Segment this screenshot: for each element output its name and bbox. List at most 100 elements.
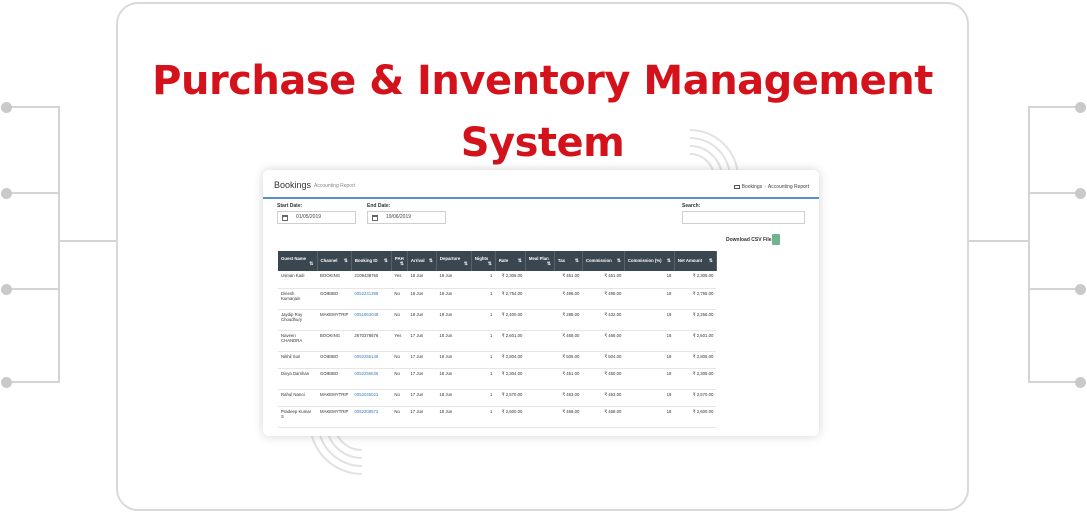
table-cell: ₹ 505.00 [554,351,583,369]
table-cell: 18 Jun [436,406,472,428]
table-cell: 18 Jun [436,351,472,369]
end-date-input[interactable]: 19/06/2019 [367,211,446,224]
sort-icon[interactable]: ⇅ [518,258,522,264]
column-header[interactable]: Rate ⇅ [495,251,526,271]
table-cell: ₹ 504.00 [582,351,625,369]
table-cell: 2109438760 [351,271,392,289]
column-header[interactable]: Arrival ⇅ [407,251,437,271]
column-header[interactable]: Booking ID ⇅ [351,251,392,271]
column-header-label: Channel [320,258,338,263]
column-header-label: Net Amount [677,258,703,263]
column-header-label: Rate [498,258,509,263]
sort-icon[interactable]: ⇅ [547,261,551,267]
table-cell: 18 Jun [436,368,472,390]
table-cell: 1 [471,288,496,310]
table-cell: 19 Jun [436,288,472,310]
booking-id-link[interactable]: 0052208573 [351,406,392,428]
table-cell: 1 [471,406,496,428]
column-header[interactable]: Departure ⇅ [436,251,472,271]
booking-id-link[interactable]: 0052256636 [351,368,392,390]
table-cell: 17 Jun [407,389,437,407]
table-cell: GOIBIBO [317,351,352,369]
table-cell: ₹ 2,755.00 [674,288,717,310]
table-cell: ₹ 2,805.00 [674,351,717,369]
table-cell: 19 Jun [436,271,472,289]
table-cell: ₹ 468.00 [554,406,583,428]
breadcrumb-bookings[interactable]: Bookings [742,184,763,190]
table-row: Dinesh Kumarjain GOIBIBO 0052241398 No 18 Ju… [278,288,717,310]
table-cell [525,309,555,331]
sort-icon[interactable]: ⇅ [384,258,388,264]
download-csv-button[interactable]: Download CSV File [726,237,772,243]
sort-icon[interactable]: ⇅ [617,258,621,264]
column-header[interactable]: Commission (%) ⇅ [624,251,675,271]
table-cell: 18 Jun [436,330,472,352]
column-header[interactable]: Channel ⇅ [317,251,352,271]
left-connector-dot [1,188,12,199]
column-header[interactable]: Net Amount ⇅ [674,251,717,271]
booking-id-link[interactable]: 0052241398 [351,288,392,310]
sort-icon[interactable]: ⇅ [709,258,713,264]
search-input[interactable] [682,211,805,224]
booking-id-link[interactable]: 0051863048 [351,309,392,331]
booking-id-link[interactable]: 0052255146 [351,351,392,369]
left-connector-branch [6,288,60,290]
sort-icon[interactable]: ⇅ [344,258,348,264]
left-connector-trunk [58,240,118,242]
table-cell: ₹ 2,600.00 [674,406,717,428]
table-cell: Rahul Nanoi [278,389,317,407]
table-row: Pradeep Kumar S MAKEMYTRIP 0052208573 No 17 … [278,406,717,428]
table-cell: Yes [391,330,408,352]
column-header[interactable]: PAH ⇅ [391,251,408,271]
sort-icon[interactable]: ⇅ [488,261,492,267]
table-cell: ₹ 495.00 [582,288,625,310]
sort-icon[interactable]: ⇅ [667,258,671,264]
column-header[interactable]: Guest Name ⇅ [278,251,318,271]
table-cell: ₹ 496.00 [554,288,583,310]
left-connector-dot [1,284,12,295]
table-cell: 2670378676 [351,330,392,352]
table-cell: 18 Jun [407,309,437,331]
table-cell: ₹ 2,305.00 [495,271,526,289]
table-cell: 1 [471,330,496,352]
table-cell: ₹ 463.00 [582,389,625,407]
table-cell: 18 [624,351,675,369]
table-row: Rahul Nanoi MAKEMYTRIP 0052045021 No 17 Jun 1… [278,389,717,407]
sort-icon[interactable]: ⇅ [429,258,433,264]
table-cell: 1 [471,368,496,390]
column-header[interactable]: Commission ⇅ [582,251,625,271]
sort-icon[interactable]: ⇅ [309,261,313,267]
sort-icon[interactable]: ⇅ [400,261,404,267]
column-header[interactable]: Nights ⇅ [471,251,496,271]
page-headline: Purchase & Inventory Management System [152,58,933,166]
csv-file-icon[interactable] [772,234,780,245]
table-cell: ₹ 2,304.00 [495,368,526,390]
table-cell: No [391,368,408,390]
sort-icon[interactable]: ⇅ [464,261,468,267]
table-cell: 18 Jun [407,288,437,310]
table-cell: ₹ 2,601.00 [674,330,717,352]
table-cell: ₹ 468.00 [554,330,583,352]
table-cell: Dinesh Kumarjain [278,288,317,310]
table-cell: No [391,288,408,310]
column-header[interactable]: Tax ⇅ [554,251,583,271]
table-cell: ₹ 2,600.00 [495,406,526,428]
column-header-label: Departure [439,255,461,261]
table-header-row: Guest Name ⇅ Channel ⇅ Booking ID ⇅ PAH ⇅ Arriva… [278,251,717,271]
table-cell [525,351,555,369]
booking-id-link[interactable]: 0052045021 [351,389,392,407]
column-header[interactable]: Meal Plan ⇅ [525,251,555,271]
column-header-label: Commission (%) [627,258,662,263]
column-header-label: Booking ID [354,258,378,263]
table-cell: Nikhil Suri [278,351,317,369]
table-cell: ₹ 288.00 [554,309,583,331]
right-connector-branch [1028,106,1080,108]
table-cell: Pradeep Kumar S [278,406,317,428]
sort-icon[interactable]: ⇅ [575,258,579,264]
left-connector-branch [6,192,60,194]
table-cell: ₹ 2,305.00 [674,271,717,289]
table-cell [525,368,555,390]
table-row: Divya Darshan GOIBIBO 0052256636 No 17 Jun 18… [278,368,717,390]
start-date-input[interactable]: 01/05/2019 [277,211,356,224]
table-cell: 18 [624,330,675,352]
